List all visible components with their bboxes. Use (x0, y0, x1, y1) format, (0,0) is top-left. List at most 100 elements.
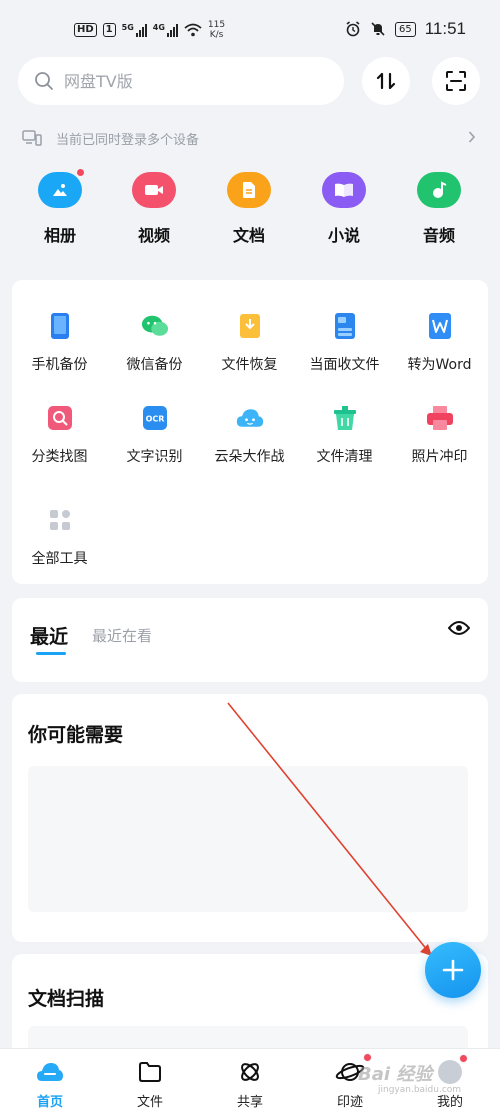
document-icon (227, 172, 271, 208)
tool-label: 照片冲印 (411, 449, 468, 465)
tool-photo-print[interactable]: 照片冲印 (392, 404, 487, 466)
category-label: 相册 (43, 226, 76, 245)
nav-share[interactable]: 共享 (215, 1059, 285, 1110)
find-image-icon (46, 404, 74, 432)
tool-label: 文件恢复 (221, 357, 278, 373)
search-input[interactable] (64, 71, 304, 91)
status-left: HD 1 5G 4G 115 K/s (74, 20, 225, 40)
network-speed-value: 115 (207, 20, 226, 30)
signal-4g-label: 4G (152, 23, 165, 32)
devices-icon (22, 130, 42, 146)
signal-5g-label: 5G (121, 23, 134, 32)
recent-card: 最近 最近在看 (12, 598, 488, 682)
signal-5g-icon: 5G (122, 23, 147, 37)
category-audio[interactable]: 音频 (404, 172, 474, 246)
ocr-badge-text: OCR (145, 415, 164, 424)
hd-indicator: HD (74, 23, 97, 37)
search-icon (35, 72, 53, 90)
tool-label: 云朵大作战 (214, 449, 285, 465)
photo-album-icon (38, 168, 85, 208)
phone-backup-icon (46, 312, 74, 340)
tool-file-clean[interactable]: 文件清理 (297, 404, 392, 466)
ocr-icon: OCR (141, 404, 169, 432)
transfer-button[interactable] (362, 57, 410, 105)
file-clean-icon (331, 404, 359, 432)
tool-label: 微信备份 (126, 357, 183, 373)
nav-files[interactable]: 文件 (115, 1059, 185, 1110)
document-scan-title: 文档扫描 (28, 988, 105, 1010)
alarm-icon (346, 21, 360, 37)
category-label: 小说 (327, 226, 360, 245)
category-documents[interactable]: 文档 (214, 172, 284, 246)
suggestion-card: 你可能需要 (12, 694, 488, 942)
all-tools-icon (46, 506, 74, 534)
tool-find-image[interactable]: 分类找图 (12, 404, 107, 466)
tool-receive-files[interactable]: 当面收文件 (297, 312, 392, 374)
cloud-game-icon (236, 404, 264, 432)
plus-icon (442, 959, 464, 981)
folder-icon (115, 1059, 185, 1085)
category-novels[interactable]: 小说 (309, 172, 379, 246)
tool-label: 转为Word (407, 357, 472, 373)
tool-label: 分类找图 (31, 449, 88, 465)
chevron-right-icon (468, 131, 476, 143)
video-icon (132, 172, 176, 208)
mute-bell-icon (371, 22, 385, 36)
new-badge-dot (459, 1054, 468, 1063)
tool-label: 文件清理 (316, 449, 373, 465)
home-cloud-icon (15, 1059, 85, 1085)
suggestion-content-placeholder (28, 766, 468, 912)
category-photos[interactable]: 相册 (25, 168, 95, 246)
status-right: 65 11:51 (345, 19, 466, 39)
status-time: 11:51 (424, 19, 466, 38)
tool-cloud-game[interactable]: 云朵大作战 (202, 404, 297, 466)
word-convert-icon (426, 312, 454, 340)
notice-text: 当前已同时登录多个设备 (56, 132, 200, 148)
multi-device-notice[interactable]: 当前已同时登录多个设备 (22, 124, 482, 152)
tool-wechat-backup[interactable]: 微信备份 (107, 312, 202, 374)
tool-label: 全部工具 (31, 551, 88, 567)
tool-ocr[interactable]: OCR 文字识别 (107, 404, 202, 466)
network-speed: 115 K/s (208, 20, 225, 40)
add-button[interactable] (425, 942, 481, 998)
tab-active-indicator (36, 652, 66, 655)
network-speed-unit: K/s (209, 30, 224, 40)
suggestion-title: 你可能需要 (28, 724, 124, 746)
eye-icon[interactable] (448, 620, 470, 636)
tab-recently-viewed[interactable]: 最近在看 (92, 625, 152, 646)
status-bar: HD 1 5G 4G 115 K/s 65 11:51 (0, 0, 500, 50)
scan-button[interactable] (432, 57, 480, 105)
wifi-icon (184, 23, 202, 37)
watermark: Bai 经验 (358, 1064, 433, 1085)
category-label: 音频 (422, 226, 455, 245)
tool-all-tools[interactable]: 全部工具 (12, 506, 107, 568)
search-bar[interactable] (18, 57, 344, 105)
tools-card: 手机备份 微信备份 文件恢复 当面收文件 转为Word 分类找图 OCR 文字识… (12, 280, 488, 584)
nav-home[interactable]: 首页 (15, 1059, 85, 1110)
wechat-backup-icon (141, 312, 169, 340)
transfer-arrows-icon (376, 72, 396, 90)
receive-files-icon (331, 312, 359, 340)
signal-4g-icon: 4G (153, 23, 178, 37)
book-icon (322, 172, 366, 208)
category-label: 文档 (232, 226, 265, 245)
tool-convert-word[interactable]: 转为Word (392, 312, 487, 374)
tool-file-restore[interactable]: 文件恢复 (202, 312, 297, 374)
photo-print-icon (426, 404, 454, 432)
file-restore-icon (236, 312, 264, 340)
battery-indicator: 65 (394, 21, 416, 37)
tab-recent[interactable]: 最近 (30, 622, 68, 649)
nav-label: 印迹 (336, 1095, 363, 1110)
sim-indicator: 1 (102, 23, 116, 37)
tool-label: 手机备份 (31, 357, 88, 373)
scan-icon (446, 71, 466, 91)
music-icon (417, 172, 461, 208)
nav-label: 共享 (236, 1095, 263, 1110)
tool-phone-backup[interactable]: 手机备份 (12, 312, 107, 374)
category-videos[interactable]: 视频 (119, 172, 189, 246)
new-badge-dot (76, 168, 85, 177)
tool-label: 当面收文件 (309, 357, 380, 373)
nav-label: 首页 (36, 1095, 63, 1110)
category-row: 相册 视频 文档 小说 音频 (0, 168, 500, 252)
category-label: 视频 (137, 226, 170, 245)
